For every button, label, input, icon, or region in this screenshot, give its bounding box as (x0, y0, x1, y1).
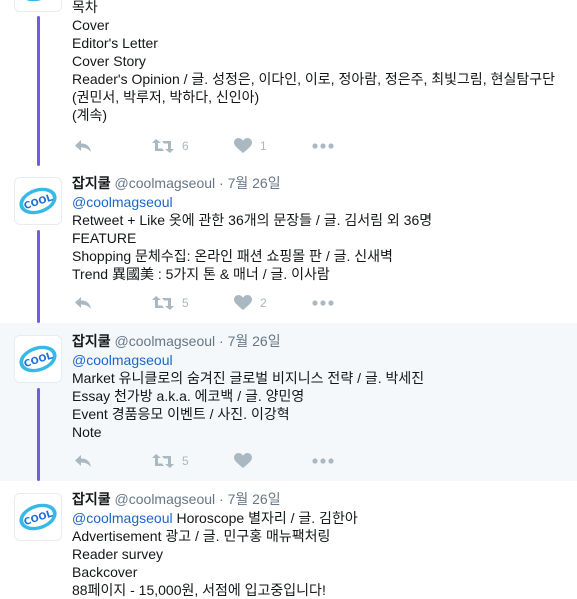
tweet-line: Cover Story (72, 53, 146, 69)
user-handle[interactable]: @coolmagseoul (115, 333, 216, 349)
timestamp[interactable]: 7월 26일 (228, 491, 281, 507)
tweet-line: (계속) (72, 107, 108, 123)
tweet-line: Market 유니클로의 숨겨진 글로벌 비지니스 전략 / 글. 박세진 (72, 370, 425, 386)
tweet-header: 잡지쿨 @coolmagseoul · 7월 26일 (72, 489, 281, 509)
tweet-line: Reader survey (72, 546, 164, 562)
tweet-text: @coolmagseoul Horoscope 별자리 / 글. 김한아 Adv… (72, 509, 572, 599)
reply-icon (75, 297, 91, 309)
avatar[interactable]: COOL (14, 493, 62, 541)
tweet-line: Editor's Letter (72, 35, 158, 51)
cool-logo-icon: COOL (15, 336, 61, 382)
heart-icon (234, 295, 252, 310)
retweet-count: 5 (182, 454, 189, 468)
reply-button[interactable] (74, 293, 92, 313)
tweet-line: Reader's Opinion / 글. 성정은, 이다인, 이로, 정아람,… (72, 71, 555, 105)
tweet-text: 목차 Cover Editor's Letter Cover Story Rea… (72, 0, 572, 124)
more-icon (312, 300, 334, 306)
separator-dot: · (219, 175, 224, 191)
retweet-button[interactable]: 5 (152, 451, 189, 471)
avatar[interactable]: COOL (14, 177, 62, 225)
reply-button[interactable] (74, 136, 92, 156)
mention-link[interactable]: @coolmagseoul (72, 352, 173, 368)
thread-line (37, 230, 40, 323)
reply-icon (75, 455, 91, 467)
more-button[interactable] (312, 136, 334, 156)
more-icon (312, 143, 334, 149)
tweet-line: Cover (72, 17, 110, 33)
retweet-count: 5 (182, 296, 189, 310)
thread-line (37, 388, 40, 481)
display-name[interactable]: 잡지쿨 (72, 333, 111, 349)
tweet-line: Horoscope 별자리 / 글. 김한아 (172, 510, 358, 526)
tweet-line: Retweet + Like 옷에 관한 36개의 문장들 / 글. 김서림 외… (72, 212, 433, 228)
tweet-actions: 6 1 (72, 136, 372, 156)
tweet-line: Backcover (72, 564, 138, 580)
separator-dot: · (219, 491, 224, 507)
tweet-actions: 5 (72, 451, 372, 471)
cool-logo-icon: COOL (15, 178, 61, 224)
retweet-icon (152, 454, 174, 468)
cool-logo-icon: COOL (15, 0, 61, 11)
mention-link[interactable]: @coolmagseoul (72, 510, 173, 526)
retweet-icon (152, 296, 174, 310)
reply-icon (75, 140, 91, 152)
like-button[interactable]: 2 (234, 293, 267, 313)
retweet-button[interactable]: 6 (152, 136, 189, 156)
retweet-button[interactable]: 5 (152, 293, 189, 313)
like-count: 1 (260, 139, 267, 153)
tweet-1[interactable]: COOL 목차 Cover Editor's Letter Cover Stor… (0, 0, 577, 166)
reply-button[interactable] (74, 451, 92, 471)
mention-link[interactable]: @coolmagseoul (72, 194, 173, 210)
thread-line (37, 16, 40, 166)
retweet-icon (152, 139, 174, 153)
tweet-line: 88페이지 - 15,000원, 서점에 입고중입니다! (72, 582, 326, 598)
tweet-line: Event 경품응모 이벤트 / 사진. 이강혁 (72, 406, 290, 422)
more-icon (312, 458, 334, 464)
heart-icon (234, 138, 252, 153)
tweet-4[interactable]: COOL 잡지쿨 @coolmagseoul · 7월 26일 @coolmag… (0, 481, 577, 599)
tweet-line: Note (72, 424, 102, 440)
display-name[interactable]: 잡지쿨 (72, 175, 111, 191)
tweet-line: 목차 (72, 0, 98, 15)
tweet-line: FEATURE (72, 230, 137, 246)
tweet-header: 잡지쿨 @coolmagseoul · 7월 26일 (72, 331, 281, 351)
tweet-line: Essay 천가방 a.k.a. 에코백 / 글. 양민영 (72, 388, 305, 404)
like-button[interactable] (234, 451, 252, 471)
like-button[interactable]: 1 (234, 136, 267, 156)
tweet-text: @coolmagseoul Retweet + Like 옷에 관한 36개의 … (72, 193, 572, 283)
like-count: 2 (260, 296, 267, 310)
retweet-count: 6 (182, 139, 189, 153)
display-name[interactable]: 잡지쿨 (72, 491, 111, 507)
timestamp[interactable]: 7월 26일 (228, 333, 281, 349)
tweet-line: Advertisement 광고 / 글. 민구홍 매뉴팩처링 (72, 528, 331, 544)
separator-dot: · (219, 333, 224, 349)
more-button[interactable] (312, 451, 334, 471)
timestamp[interactable]: 7월 26일 (228, 175, 281, 191)
tweet-actions: 5 2 (72, 293, 372, 313)
avatar[interactable]: COOL (14, 0, 62, 12)
user-handle[interactable]: @coolmagseoul (115, 491, 216, 507)
tweet-2[interactable]: COOL 잡지쿨 @coolmagseoul · 7월 26일 @coolmag… (0, 166, 577, 323)
heart-icon (234, 453, 252, 468)
cool-logo-icon: COOL (15, 494, 61, 540)
tweet-line: Trend 異國美 : 5가지 톤 & 매너 / 글. 이사람 (72, 266, 330, 282)
tweet-text: @coolmagseoul Market 유니클로의 숨겨진 글로벌 비지니스 … (72, 351, 572, 441)
avatar[interactable]: COOL (14, 335, 62, 383)
tweet-3[interactable]: COOL 잡지쿨 @coolmagseoul · 7월 26일 @coolmag… (0, 323, 577, 481)
tweet-header: 잡지쿨 @coolmagseoul · 7월 26일 (72, 173, 281, 193)
tweet-line: Shopping 문체수집: 온라인 패션 쇼핑몰 판 / 글. 신새벽 (72, 248, 393, 264)
user-handle[interactable]: @coolmagseoul (115, 175, 216, 191)
more-button[interactable] (312, 293, 334, 313)
